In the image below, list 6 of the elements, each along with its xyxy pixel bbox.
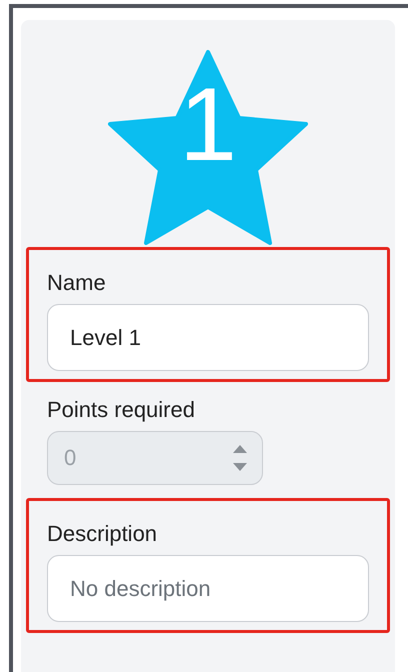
text-field[interactable]: No description [47,555,369,622]
text-field[interactable]: Level 1 [47,304,369,371]
level-number: 1 [179,84,237,168]
field-label: Name [47,270,107,296]
field-label: Points required [47,397,196,423]
field-label: Description [47,521,158,547]
